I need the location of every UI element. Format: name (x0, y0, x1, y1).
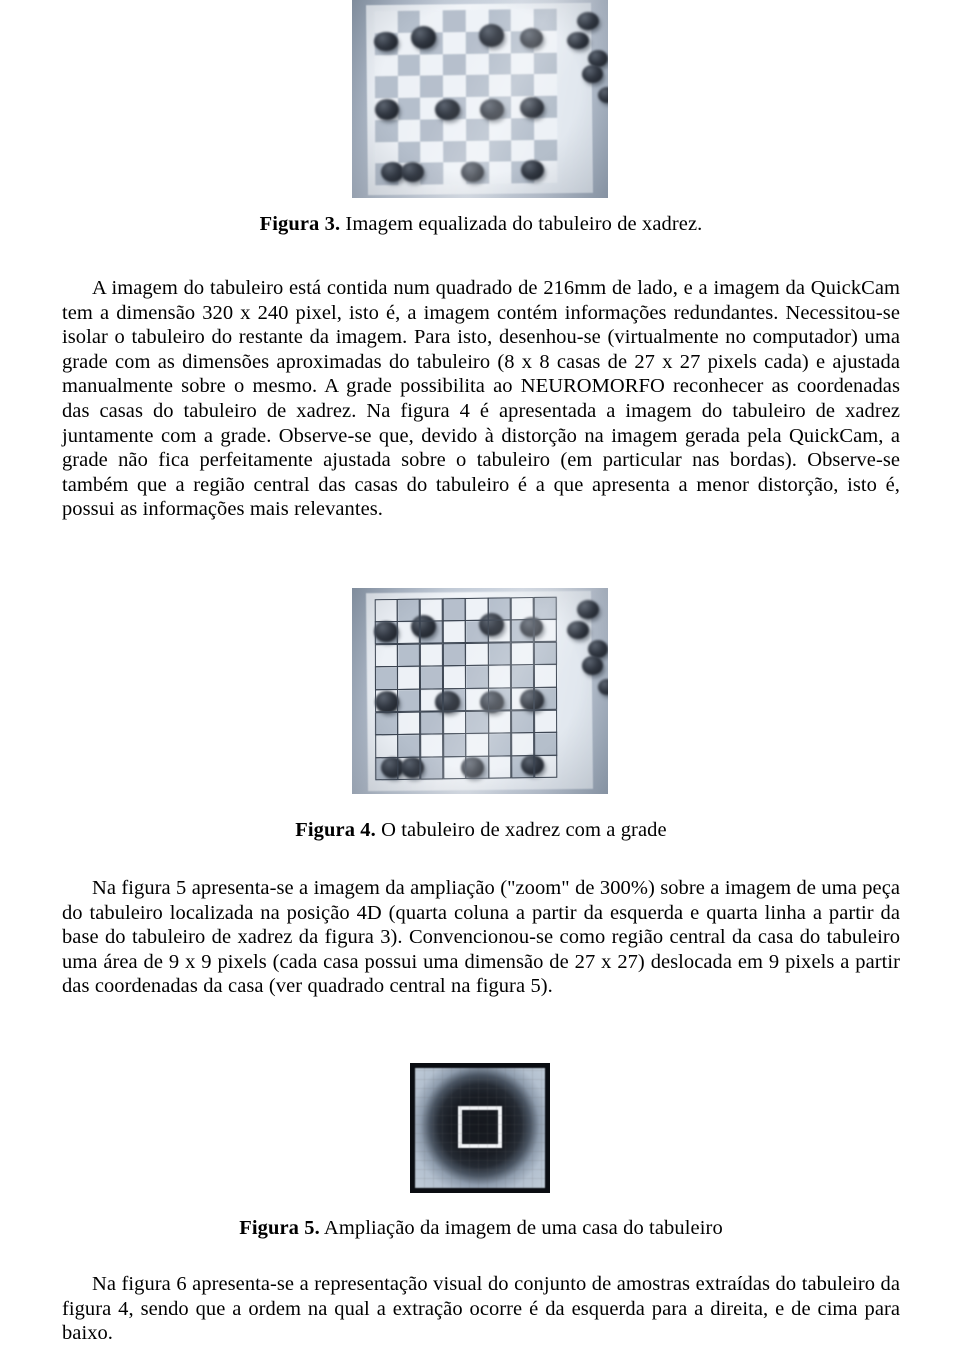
checker-piece-offboard (582, 65, 603, 84)
checker-piece-offboard (567, 31, 589, 50)
checker-piece (480, 99, 505, 120)
figure-4-caption: Figura 4. O tabuleiro de xadrez com a gr… (62, 818, 900, 844)
checker-piece (410, 25, 437, 49)
figure-5-caption: Figura 5. Ampliação da imagem de uma cas… (62, 1216, 900, 1242)
zoomed-pixel-content (415, 1068, 545, 1188)
figure-4-caption-label: Figura 4. (295, 819, 376, 841)
figure-3-caption-label: Figura 3. (259, 213, 341, 235)
figure-4-image (352, 588, 608, 794)
paragraph-1-container: A imagem do tabuleiro está contida num q… (62, 276, 900, 522)
figure-3-caption: Figura 3. Imagem equalizada do tabuleiro… (62, 212, 900, 238)
checker-piece (400, 162, 424, 183)
checker-piece-offboard (577, 600, 600, 619)
figure-3-image (352, 0, 608, 198)
paragraph-1: A imagem do tabuleiro está contida num q… (62, 277, 900, 521)
figure-4-caption-text: O tabuleiro de xadrez com a grade (375, 819, 667, 841)
figure-5-caption-text: Ampliação da imagem de uma casa do tabul… (319, 1217, 723, 1239)
checker-piece (520, 160, 544, 181)
chessboard-photo-grid (352, 588, 608, 794)
checker-piece-offboard (577, 11, 600, 30)
paragraph-2: Na figura 5 apresenta-se a imagem da amp… (62, 877, 900, 998)
paragraph-3: Na figura 6 apresenta-se a representação… (62, 1273, 900, 1345)
paragraph-2-container: Na figura 5 apresenta-se a imagem da amp… (62, 876, 900, 999)
checker-piece (460, 162, 484, 183)
checker-piece (435, 99, 460, 120)
checker-piece (519, 97, 544, 118)
checker-piece (375, 99, 400, 120)
checker-piece (519, 27, 543, 48)
checker-piece (478, 23, 505, 47)
zoomed-square-frame (410, 1063, 550, 1193)
document-page: Figura 3. Imagem equalizada do tabuleiro… (0, 0, 960, 1362)
figure-3-caption-text: Imagem equalizada do tabuleiro de xadrez… (340, 213, 703, 235)
figure-5-image (410, 1063, 550, 1193)
central-region-square (458, 1105, 502, 1148)
virtual-grid-overlay (374, 596, 558, 781)
chessboard-photo (352, 0, 608, 198)
paragraph-3-container: Na figura 6 apresenta-se a representação… (62, 1272, 900, 1346)
figure-5-caption-label: Figura 5. (239, 1217, 320, 1239)
checker-piece-offboard (582, 655, 603, 675)
